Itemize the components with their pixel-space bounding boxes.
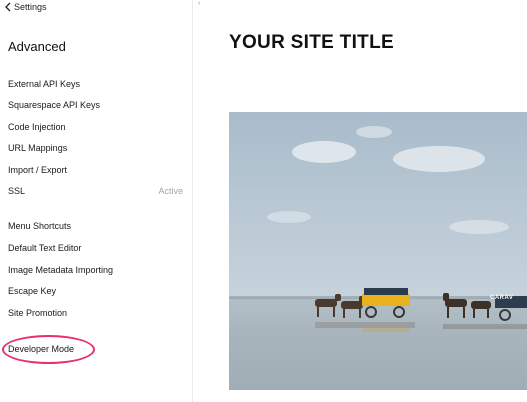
menu-item-url-mappings[interactable]: URL Mappings: [8, 141, 183, 155]
menu-item-label: Image Metadata Importing: [8, 265, 114, 275]
menu-item-label: Default Text Editor: [8, 243, 82, 253]
menu-item-external-api-keys[interactable]: External API Keys: [8, 77, 183, 91]
menu-item-label: URL Mappings: [8, 143, 68, 153]
site-preview: ‹ YOUR SITE TITLE CARAV: [193, 0, 527, 402]
back-link-label: Settings: [14, 2, 47, 12]
menu-item-label: Code Injection: [8, 122, 66, 132]
menu-item-label: Developer Mode: [8, 344, 75, 354]
page: Settings Advanced External API Keys Squa…: [0, 0, 527, 402]
menu-item-label: SSL: [8, 186, 26, 196]
chevron-left-icon: [5, 2, 11, 12]
menu-item-label: Site Promotion: [8, 308, 68, 318]
menu-item-menu-shortcuts[interactable]: Menu Shortcuts: [8, 219, 183, 233]
menu-item-squarespace-api-keys[interactable]: Squarespace API Keys: [8, 98, 183, 112]
menu-item-escape-key[interactable]: Escape Key: [8, 284, 183, 298]
settings-sidebar: Settings Advanced External API Keys Squa…: [0, 0, 193, 402]
hero-caption: CARAV: [490, 295, 514, 301]
menu-item-label: Menu Shortcuts: [8, 221, 72, 231]
menu-item-default-text-editor[interactable]: Default Text Editor: [8, 241, 183, 255]
menu-item-label: Import / Export: [8, 165, 68, 175]
site-title: YOUR SITE TITLE: [229, 32, 394, 53]
corner-mark: ‹: [198, 0, 201, 7]
menu-item-developer-mode[interactable]: Developer Mode: [8, 342, 183, 356]
menu-item-import-export[interactable]: Import / Export: [8, 163, 183, 177]
hero-photo: [229, 112, 527, 390]
menu-item-label: Squarespace API Keys: [8, 100, 101, 110]
back-to-settings-link[interactable]: Settings: [4, 0, 47, 14]
menu-item-image-metadata-importing[interactable]: Image Metadata Importing: [8, 263, 183, 277]
panel-title: Advanced: [8, 39, 66, 54]
menu-item-site-promotion[interactable]: Site Promotion: [8, 306, 183, 320]
menu-item-label: Escape Key: [8, 286, 57, 296]
ssl-status: Active: [158, 186, 183, 196]
menu-item-label: External API Keys: [8, 79, 81, 89]
hero-image: [229, 112, 527, 390]
menu-item-code-injection[interactable]: Code Injection: [8, 120, 183, 134]
menu-item-ssl[interactable]: SSL Active: [8, 184, 183, 198]
